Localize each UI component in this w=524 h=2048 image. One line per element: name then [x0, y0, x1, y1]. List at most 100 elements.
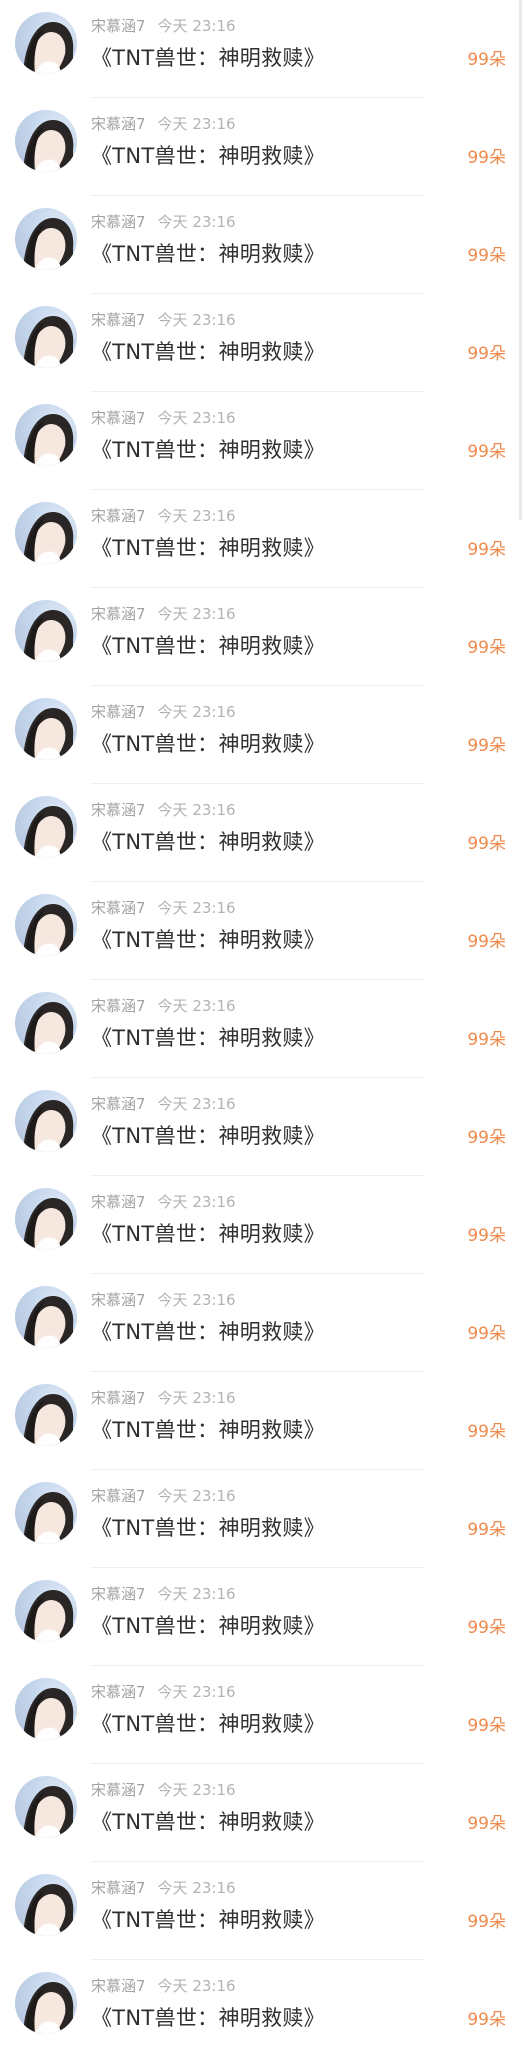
book-title[interactable]: 《TNT兽世：神明救赎》 — [91, 1220, 325, 1248]
list-item[interactable]: 宋慕涵7 今天 23:16 《TNT兽世：神明救赎》 99朵 — [0, 1176, 524, 1274]
book-title[interactable]: 《TNT兽世：神明救赎》 — [91, 1122, 325, 1150]
timestamp: 今天 23:16 — [157, 605, 236, 623]
book-title[interactable]: 《TNT兽世：神明救赎》 — [91, 926, 325, 954]
book-title[interactable]: 《TNT兽世：神明救赎》 — [91, 1710, 325, 1738]
list-item[interactable]: 宋慕涵7 今天 23:16 《TNT兽世：神明救赎》 99朵 — [0, 392, 524, 490]
flower-count: 99朵 — [467, 148, 506, 168]
book-title[interactable]: 《TNT兽世：神明救赎》 — [91, 1416, 325, 1444]
user-name[interactable]: 宋慕涵7 — [91, 1095, 146, 1113]
book-title[interactable]: 《TNT兽世：神明救赎》 — [91, 730, 325, 758]
flower-count: 99朵 — [467, 1128, 506, 1148]
user-name[interactable]: 宋慕涵7 — [91, 1977, 146, 1995]
user-name[interactable]: 宋慕涵7 — [91, 997, 146, 1015]
book-title[interactable]: 《TNT兽世：神明救赎》 — [91, 1808, 325, 1836]
user-name[interactable]: 宋慕涵7 — [91, 1683, 146, 1701]
timestamp: 今天 23:16 — [157, 1781, 236, 1799]
flower-count: 99朵 — [467, 1716, 506, 1736]
user-name[interactable]: 宋慕涵7 — [91, 507, 146, 525]
book-title[interactable]: 《TNT兽世：神明救赎》 — [91, 1906, 325, 1934]
avatar-icon — [23, 1002, 74, 1054]
user-avatar[interactable] — [15, 110, 77, 172]
user-avatar[interactable] — [15, 404, 77, 466]
avatar-icon — [23, 708, 74, 760]
timestamp: 今天 23:16 — [157, 703, 236, 721]
book-title[interactable]: 《TNT兽世：神明救赎》 — [91, 2004, 325, 2032]
book-title[interactable]: 《TNT兽世：神明救赎》 — [91, 1514, 325, 1542]
user-avatar[interactable] — [15, 894, 77, 956]
book-title[interactable]: 《TNT兽世：神明救赎》 — [91, 240, 325, 268]
book-title[interactable]: 《TNT兽世：神明救赎》 — [91, 828, 325, 856]
user-avatar[interactable] — [15, 1678, 77, 1740]
book-title[interactable]: 《TNT兽世：神明救赎》 — [91, 338, 325, 366]
avatar-icon — [23, 316, 74, 368]
list-item[interactable]: 宋慕涵7 今天 23:16 《TNT兽世：神明救赎》 99朵 — [0, 1078, 524, 1176]
list-item[interactable]: 宋慕涵7 今天 23:16 《TNT兽世：神明救赎》 99朵 — [0, 1862, 524, 1960]
user-avatar[interactable] — [15, 12, 77, 74]
user-name[interactable]: 宋慕涵7 — [91, 703, 146, 721]
list-item[interactable]: 宋慕涵7 今天 23:16 《TNT兽世：神明救赎》 99朵 — [0, 980, 524, 1078]
list-item[interactable]: 宋慕涵7 今天 23:16 《TNT兽世：神明救赎》 99朵 — [0, 490, 524, 588]
list-item[interactable]: 宋慕涵7 今天 23:16 《TNT兽世：神明救赎》 99朵 — [0, 294, 524, 392]
user-avatar[interactable] — [15, 1874, 77, 1936]
user-name[interactable]: 宋慕涵7 — [91, 17, 146, 35]
user-avatar[interactable] — [15, 992, 77, 1054]
book-title[interactable]: 《TNT兽世：神明救赎》 — [91, 1318, 325, 1346]
user-avatar[interactable] — [15, 600, 77, 662]
list-item[interactable]: 宋慕涵7 今天 23:16 《TNT兽世：神明救赎》 99朵 — [0, 588, 524, 686]
avatar-icon — [23, 1394, 74, 1446]
user-avatar[interactable] — [15, 1972, 77, 2034]
list-item[interactable]: 宋慕涵7 今天 23:16 《TNT兽世：神明救赎》 99朵 — [0, 1666, 524, 1764]
user-name[interactable]: 宋慕涵7 — [91, 1585, 146, 1603]
user-avatar[interactable] — [15, 1090, 77, 1152]
user-name[interactable]: 宋慕涵7 — [91, 801, 146, 819]
user-avatar[interactable] — [15, 208, 77, 270]
list-item[interactable]: 宋慕涵7 今天 23:16 《TNT兽世：神明救赎》 99朵 — [0, 0, 524, 98]
list-item[interactable]: 宋慕涵7 今天 23:16 《TNT兽世：神明救赎》 99朵 — [0, 1372, 524, 1470]
list-item[interactable]: 宋慕涵7 今天 23:16 《TNT兽世：神明救赎》 99朵 — [0, 1470, 524, 1568]
list-item[interactable]: 宋慕涵7 今天 23:16 《TNT兽世：神明救赎》 99朵 — [0, 196, 524, 294]
list-item[interactable]: 宋慕涵7 今天 23:16 《TNT兽世：神明救赎》 99朵 — [0, 98, 524, 196]
user-name[interactable]: 宋慕涵7 — [91, 605, 146, 623]
timestamp: 今天 23:16 — [157, 1095, 236, 1113]
list-item[interactable]: 宋慕涵7 今天 23:16 《TNT兽世：神明救赎》 99朵 — [0, 1568, 524, 1666]
user-name[interactable]: 宋慕涵7 — [91, 213, 146, 231]
book-title[interactable]: 《TNT兽世：神明救赎》 — [91, 534, 325, 562]
user-avatar[interactable] — [15, 1580, 77, 1642]
user-name[interactable]: 宋慕涵7 — [91, 311, 146, 329]
user-avatar[interactable] — [15, 796, 77, 858]
user-avatar[interactable] — [15, 1286, 77, 1348]
list-item[interactable]: 宋慕涵7 今天 23:16 《TNT兽世：神明救赎》 99朵 — [0, 1764, 524, 1862]
user-name[interactable]: 宋慕涵7 — [91, 1291, 146, 1309]
user-name[interactable]: 宋慕涵7 — [91, 1193, 146, 1211]
user-avatar[interactable] — [15, 1482, 77, 1544]
book-title[interactable]: 《TNT兽世：神明救赎》 — [91, 1024, 325, 1052]
user-name[interactable]: 宋慕涵7 — [91, 1781, 146, 1799]
user-name[interactable]: 宋慕涵7 — [91, 1487, 146, 1505]
user-name[interactable]: 宋慕涵7 — [91, 115, 146, 133]
list-item[interactable]: 宋慕涵7 今天 23:16 《TNT兽世：神明救赎》 99朵 — [0, 784, 524, 882]
user-avatar[interactable] — [15, 1384, 77, 1446]
list-item[interactable]: 宋慕涵7 今天 23:16 《TNT兽世：神明救赎》 99朵 — [0, 1274, 524, 1372]
book-title[interactable]: 《TNT兽世：神明救赎》 — [91, 1612, 325, 1640]
user-avatar[interactable] — [15, 1776, 77, 1838]
user-name[interactable]: 宋慕涵7 — [91, 409, 146, 427]
user-name[interactable]: 宋慕涵7 — [91, 1389, 146, 1407]
list-item[interactable]: 宋慕涵7 今天 23:16 《TNT兽世：神明救赎》 99朵 — [0, 882, 524, 980]
book-title[interactable]: 《TNT兽世：神明救赎》 — [91, 632, 325, 660]
user-avatar[interactable] — [15, 306, 77, 368]
avatar-icon — [23, 1786, 74, 1838]
avatar-icon — [23, 806, 74, 858]
book-title[interactable]: 《TNT兽世：神明救赎》 — [91, 436, 325, 464]
flower-count: 99朵 — [467, 1030, 506, 1050]
book-title[interactable]: 《TNT兽世：神明救赎》 — [91, 44, 325, 72]
user-name[interactable]: 宋慕涵7 — [91, 1879, 146, 1897]
user-avatar[interactable] — [15, 698, 77, 760]
user-name[interactable]: 宋慕涵7 — [91, 899, 146, 917]
list-item[interactable]: 宋慕涵7 今天 23:16 《TNT兽世：神明救赎》 99朵 — [0, 1960, 524, 2048]
user-avatar[interactable] — [15, 1188, 77, 1250]
list-item[interactable]: 宋慕涵7 今天 23:16 《TNT兽世：神明救赎》 99朵 — [0, 686, 524, 784]
timestamp: 今天 23:16 — [157, 801, 236, 819]
book-title[interactable]: 《TNT兽世：神明救赎》 — [91, 142, 325, 170]
avatar-icon — [23, 218, 74, 270]
user-avatar[interactable] — [15, 502, 77, 564]
